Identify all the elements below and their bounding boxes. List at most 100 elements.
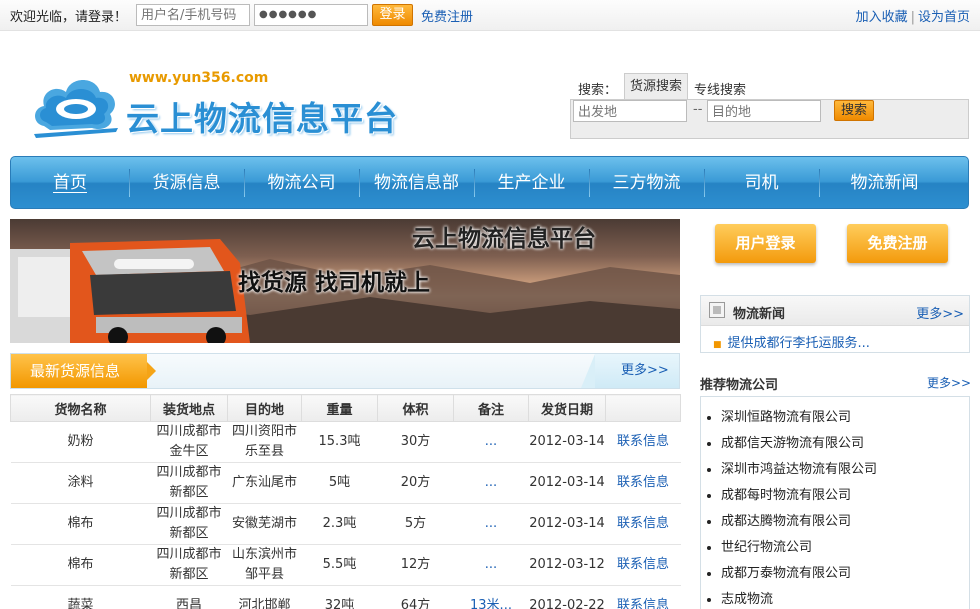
promo-banner[interactable]: 云上物流信息平台 找货源 找司机就上 bbox=[10, 219, 680, 343]
tab-line-search[interactable]: 专线搜索 bbox=[694, 79, 746, 98]
cloud-logo-icon[interactable] bbox=[30, 68, 122, 138]
site-url: www.yun356.com bbox=[129, 70, 269, 86]
nav-home[interactable]: 首页 bbox=[11, 157, 129, 210]
cargo-destination: 广东汕尾市 bbox=[227, 462, 302, 504]
company-name: 成都万泰物流有限公司 bbox=[721, 566, 852, 581]
cargo-volume: 64方 bbox=[377, 585, 454, 609]
username-input[interactable] bbox=[136, 4, 250, 26]
bullet-icon bbox=[707, 545, 711, 550]
company-name: 志成物流 bbox=[721, 592, 774, 607]
welcome-text: 欢迎光临，请登录！ bbox=[10, 10, 128, 25]
cargo-weight: 32吨 bbox=[301, 585, 378, 609]
nav-drivers[interactable]: 司机 bbox=[704, 157, 819, 210]
tab-cargo-search[interactable]: 货源搜索 bbox=[624, 73, 688, 100]
search-caption: 搜索： bbox=[578, 83, 618, 98]
nav-logistics-news[interactable]: 物流新闻 bbox=[819, 157, 950, 210]
cargo-volume: 20方 bbox=[377, 462, 454, 504]
bullet-icon bbox=[707, 571, 711, 576]
cargo-date: 2012-03-14 bbox=[528, 421, 606, 463]
list-item[interactable]: 世纪行物流公司 bbox=[707, 535, 812, 561]
cargo-note-link[interactable]: ... bbox=[453, 544, 529, 586]
bullet-icon bbox=[707, 493, 711, 498]
main-nav: 首页 货源信息 物流公司 物流信息部 生产企业 三方物流 司机 物流新闻 bbox=[10, 156, 969, 209]
list-item[interactable]: 深圳市鸿益达物流有限公司 bbox=[707, 457, 877, 483]
news-panel-title: 物流新闻 bbox=[733, 307, 786, 322]
top-link-separator: | bbox=[910, 10, 915, 25]
cargo-note-link[interactable]: ... bbox=[453, 421, 529, 463]
cargo-weight: 5吨 bbox=[301, 462, 378, 504]
search-panel: -- 搜索 bbox=[570, 99, 969, 139]
contact-info-link[interactable]: 联系信息 bbox=[605, 585, 681, 609]
contact-info-link[interactable]: 联系信息 bbox=[605, 544, 681, 586]
cargo-note-link[interactable]: ... bbox=[453, 462, 529, 504]
cargo-date: 2012-03-14 bbox=[528, 503, 606, 545]
contact-info-link[interactable]: 联系信息 bbox=[605, 503, 681, 545]
news-more-link[interactable]: 更多>> bbox=[916, 303, 964, 322]
nav-logistics-info-dept[interactable]: 物流信息部 bbox=[359, 157, 474, 210]
cargo-note-link[interactable]: 13米... bbox=[453, 585, 529, 609]
cargo-origin: 四川成都市新都区 bbox=[150, 503, 228, 545]
contact-info-link[interactable]: 联系信息 bbox=[605, 421, 681, 463]
destination-input[interactable] bbox=[707, 100, 821, 122]
cargo-destination: 河北邯郸 bbox=[227, 585, 302, 609]
nav-manufacturers[interactable]: 生产企业 bbox=[474, 157, 589, 210]
cargo-origin: 四川成都市新都区 bbox=[150, 462, 228, 504]
login-button[interactable]: 登录 bbox=[372, 4, 413, 26]
search-button[interactable]: 搜索 bbox=[834, 100, 874, 121]
news-icon bbox=[709, 302, 725, 318]
bullet-icon bbox=[707, 597, 711, 602]
table-row: 蔬菜 西昌 河北邯郸 32吨 64方 13米... 2012-02-22 联系信… bbox=[10, 585, 681, 609]
column-header: 装货地点 bbox=[150, 394, 228, 422]
cargo-volume: 30方 bbox=[377, 421, 454, 463]
range-dash: -- bbox=[693, 102, 703, 117]
table-row: 涂料 四川成都市新都区 广东汕尾市 5吨 20方 ... 2012-03-14 … bbox=[10, 462, 681, 504]
password-input[interactable]: ●●●●●● bbox=[254, 4, 368, 26]
list-item[interactable]: 深圳恒路物流有限公司 bbox=[707, 405, 851, 431]
cargo-volume: 5方 bbox=[377, 503, 454, 545]
contact-info-link[interactable]: 联系信息 bbox=[605, 462, 681, 504]
column-header: 重量 bbox=[301, 394, 378, 422]
cargo-section-title: 最新货源信息 bbox=[11, 354, 156, 388]
company-name: 世纪行物流公司 bbox=[721, 540, 813, 555]
news-panel-header: 物流新闻 更多>> bbox=[701, 296, 969, 326]
free-register-link[interactable]: 免费注册 bbox=[421, 6, 473, 25]
company-name: 深圳恒路物流有限公司 bbox=[721, 410, 852, 425]
cargo-destination: 四川资阳市乐至县 bbox=[227, 421, 302, 463]
cargo-destination: 山东滨州市邹平县 bbox=[227, 544, 302, 586]
bullet-icon bbox=[707, 415, 711, 420]
user-login-button[interactable]: 用户登录 bbox=[715, 224, 816, 263]
bookmark-link[interactable]: 加入收藏 bbox=[856, 10, 908, 25]
banner-subtitle: 找货源 找司机就上 bbox=[238, 270, 431, 296]
origin-input[interactable] bbox=[573, 100, 687, 122]
company-name: 成都达腾物流有限公司 bbox=[721, 514, 852, 529]
top-links: 加入收藏 | 设为首页 bbox=[856, 6, 970, 25]
set-homepage-link[interactable]: 设为首页 bbox=[918, 10, 970, 25]
news-item[interactable]: ■ 提供成都行李托运服务... bbox=[713, 332, 870, 351]
cargo-note-link[interactable]: ... bbox=[453, 503, 529, 545]
nav-third-party-logistics[interactable]: 三方物流 bbox=[589, 157, 704, 210]
list-item[interactable]: 成都信天游物流有限公司 bbox=[707, 431, 864, 457]
company-name: 深圳市鸿益达物流有限公司 bbox=[721, 462, 878, 477]
recommended-more-link[interactable]: 更多>> bbox=[927, 374, 971, 391]
list-item[interactable]: 成都万泰物流有限公司 bbox=[707, 561, 851, 587]
cargo-name: 涂料 bbox=[10, 462, 151, 504]
free-register-button[interactable]: 免费注册 bbox=[847, 224, 948, 263]
table-row: 奶粉 四川成都市金牛区 四川资阳市乐至县 15.3吨 30方 ... 2012-… bbox=[10, 421, 681, 463]
nav-logistics-companies[interactable]: 物流公司 bbox=[244, 157, 359, 210]
cargo-date: 2012-03-12 bbox=[528, 544, 606, 586]
recommended-companies-title: 推荐物流公司 bbox=[700, 378, 779, 393]
cargo-name: 棉布 bbox=[10, 544, 151, 586]
cargo-name: 棉布 bbox=[10, 503, 151, 545]
recommended-companies-list: 深圳恒路物流有限公司 成都信天游物流有限公司 深圳市鸿益达物流有限公司 成都每时… bbox=[700, 396, 970, 609]
bullet-icon bbox=[707, 467, 711, 472]
cargo-more-link[interactable]: 更多>> bbox=[581, 354, 679, 388]
list-item[interactable]: 成都达腾物流有限公司 bbox=[707, 509, 851, 535]
list-item[interactable]: 志成物流 bbox=[707, 587, 773, 609]
nav-cargo-info[interactable]: 货源信息 bbox=[129, 157, 244, 210]
bullet-icon bbox=[707, 441, 711, 446]
list-item[interactable]: 成都每时物流有限公司 bbox=[707, 483, 851, 509]
cargo-table: 货物名称 装货地点 目的地 重量 体积 备注 发货日期 奶粉 四川成都市金牛区 … bbox=[10, 394, 681, 609]
column-header: 货物名称 bbox=[10, 394, 151, 422]
cargo-date: 2012-03-14 bbox=[528, 462, 606, 504]
column-header: 目的地 bbox=[227, 394, 302, 422]
